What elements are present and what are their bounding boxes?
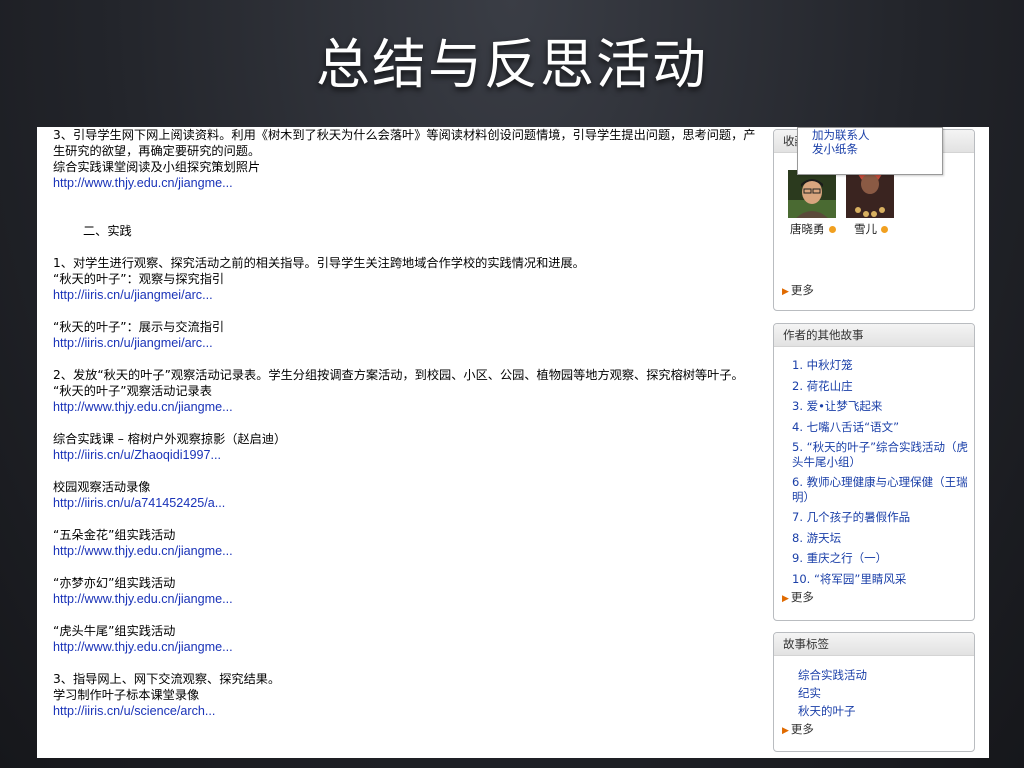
friend-avatar[interactable] <box>846 170 894 218</box>
step3b-text: 3、指导网上、网下交流观察、探究结果。 <box>53 672 281 686</box>
photo-caption: 综合实践课 – 榕树户外观察掠影（赵启迪） <box>53 432 287 446</box>
contact-popup-menu: 加为联系人 发小纸条 <box>797 127 943 175</box>
step3-text: 3、引导学生网下网上阅读资料。利用《树木到了秋天为什么会落叶》等阅读材料创设问题… <box>53 128 756 158</box>
tags-more-link[interactable]: ▶ 更多 <box>782 721 814 737</box>
story-item[interactable]: 9. 重庆之行（一） <box>792 551 972 566</box>
other-stories-header: 作者的其他故事 <box>774 324 974 347</box>
practice2-text: 2、发放“秋天的叶子”观察活动记录表。学生分组按调查方案活动，到校园、小区、公园… <box>53 368 744 382</box>
triangle-right-icon: ▶ <box>782 287 789 297</box>
guide2-caption: “秋天的叶子”：展示与交流指引 <box>53 320 225 334</box>
online-status-icon <box>881 226 888 233</box>
story-item[interactable]: 2. 荷花山庄 <box>792 379 972 394</box>
story-item[interactable]: 3. 爱•让梦飞起来 <box>792 399 972 414</box>
group1-link[interactable]: http://www.thjy.edu.cn/jiangme... <box>53 544 233 558</box>
story-item[interactable]: 7. 几个孩子的暑假作品 <box>792 510 972 525</box>
story-item[interactable]: 5. “秋天的叶子”综合实践活动（虎头牛尾小组） <box>792 440 972 469</box>
tag-list: 综合实践活动 纪实 秋天的叶子 <box>798 666 867 720</box>
friends-more-link[interactable]: ▶ 更多 <box>782 282 814 298</box>
story-tags-header: 故事标签 <box>774 633 974 656</box>
tag-item[interactable]: 综合实践活动 <box>798 666 867 684</box>
specimen-link[interactable]: http://iiris.cn/u/science/arch... <box>53 704 215 718</box>
story-item[interactable]: 10. “将军园”里睛风采 <box>792 572 972 587</box>
video-caption: 校园观察活动录像 <box>53 480 151 494</box>
specimen-caption: 学习制作叶子标本课堂录像 <box>53 688 200 702</box>
section-heading: 二、实践 <box>83 224 132 238</box>
article-content: 3、引导学生网下网上阅读资料。利用《树木到了秋天为什么会落叶》等阅读材料创设问题… <box>53 127 763 719</box>
online-status-icon <box>828 226 836 233</box>
other-stories-box: 作者的其他故事 1. 中秋灯笼 2. 荷花山庄 3. 爱•让梦飞起来 4. 七嘴… <box>773 323 975 621</box>
friend-name[interactable]: 唐晓勇 <box>790 221 836 237</box>
story-tags-box: 故事标签 综合实践活动 纪实 秋天的叶子 ▶ 更多 <box>773 632 975 752</box>
guide1-link[interactable]: http://iiris.cn/u/jiangmei/arc... <box>53 288 213 302</box>
story-item[interactable]: 6. 教师心理健康与心理保健（王瑞明） <box>792 475 972 504</box>
group3-link[interactable]: http://www.thjy.edu.cn/jiangme... <box>53 640 233 654</box>
slide-title: 总结与反思活动 <box>316 33 708 96</box>
record-caption: “秋天的叶子”观察活动记录表 <box>53 384 212 398</box>
story-item[interactable]: 1. 中秋灯笼 <box>792 358 972 373</box>
friend-avatar[interactable] <box>788 170 836 218</box>
step3-link[interactable]: http://www.thjy.edu.cn/jiangme... <box>53 176 233 190</box>
record-link[interactable]: http://www.thjy.edu.cn/jiangme... <box>53 400 233 414</box>
browser-screenshot: 3、引导学生网下网上阅读资料。利用《树木到了秋天为什么会落叶》等阅读材料创设问题… <box>37 127 989 758</box>
triangle-right-icon: ▶ <box>782 726 789 736</box>
video-link[interactable]: http://iiris.cn/u/a741452425/a... <box>53 496 225 510</box>
photo-link[interactable]: http://iiris.cn/u/Zhaoqidi1997... <box>53 448 221 462</box>
triangle-right-icon: ▶ <box>782 594 789 604</box>
send-note-menu-item[interactable]: 发小纸条 <box>798 142 942 156</box>
group2-caption: “亦梦亦幻”组实践活动 <box>53 576 176 590</box>
tag-item[interactable]: 秋天的叶子 <box>798 702 867 720</box>
story-item[interactable]: 4. 七嘴八舌话“语文” <box>792 420 972 435</box>
friend-name[interactable]: 雪儿 <box>854 221 888 237</box>
tag-item[interactable]: 纪实 <box>798 684 867 702</box>
stories-more-link[interactable]: ▶ 更多 <box>782 589 814 605</box>
group3-caption: “虎头牛尾”组实践活动 <box>53 624 176 638</box>
step3-caption: 综合实践课堂阅读及小组探究策划照片 <box>53 160 261 174</box>
story-item[interactable]: 8. 游天坛 <box>792 531 972 546</box>
group1-caption: “五朵金花”组实践活动 <box>53 528 176 542</box>
group2-link[interactable]: http://www.thjy.edu.cn/jiangme... <box>53 592 233 606</box>
practice1-text: 1、对学生进行观察、探究活动之前的相关指导。引导学生关注跨地域合作学校的实践情况… <box>53 256 585 270</box>
guide1-caption: “秋天的叶子”：观察与探究指引 <box>53 272 225 286</box>
add-contact-menu-item[interactable]: 加为联系人 <box>798 128 942 142</box>
guide2-link[interactable]: http://iiris.cn/u/jiangmei/arc... <box>53 336 213 350</box>
other-stories-list: 1. 中秋灯笼 2. 荷花山庄 3. 爱•让梦飞起来 4. 七嘴八舌话“语文” … <box>792 358 972 592</box>
